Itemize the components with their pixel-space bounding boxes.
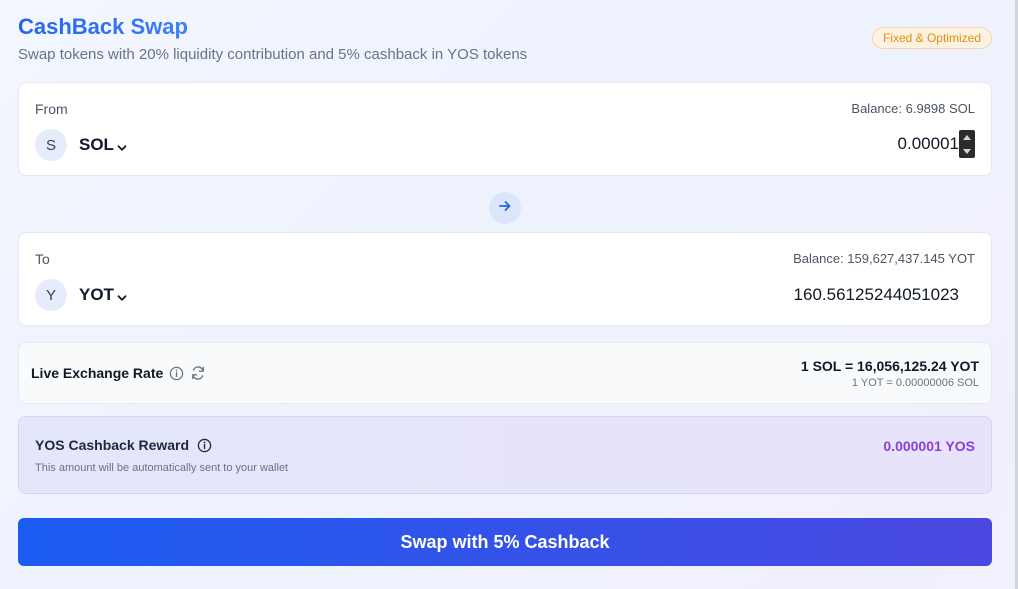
swap-direction-button[interactable] (489, 192, 521, 224)
from-token-select[interactable]: S SOL (35, 129, 127, 161)
from-balance: Balance: 6.9898 SOL (851, 101, 975, 116)
from-token-avatar: S (35, 129, 67, 161)
exchange-rate-primary: 1 SOL = 16,056,125.24 YOT (800, 358, 979, 374)
from-token-symbol: SOL (79, 135, 114, 154)
to-label: To (35, 251, 50, 267)
spinner-down-icon[interactable] (963, 148, 971, 154)
exchange-rate-title: Live Exchange Rate (31, 365, 206, 381)
cashback-swap-app: CashBack Swap Swap tokens with 20% liqui… (0, 0, 1018, 589)
exchange-rate-secondary: 1 YOT = 0.00000006 SOL (851, 377, 979, 389)
exchange-rate-label: Live Exchange Rate (31, 365, 164, 381)
cashback-title-label: YOS Cashback Reward (35, 437, 190, 453)
status-badge: Fixed & Optimized (871, 27, 992, 49)
to-amount-output: 160.56125244051023 (793, 285, 959, 304)
to-balance: Balance: 159,627,437.145 YOT (793, 251, 975, 266)
refresh-icon[interactable] (190, 365, 206, 381)
arrow-right-icon (498, 199, 512, 218)
to-token-avatar: Y (35, 279, 67, 311)
cashback-note: This amount will be automatically sent t… (35, 462, 289, 474)
cashback-reward-box: YOS Cashback Reward This amount will be … (18, 416, 992, 494)
spinner-up-icon[interactable] (963, 134, 971, 140)
info-icon[interactable] (197, 438, 212, 453)
to-token-select[interactable]: Y YOT (35, 279, 127, 311)
chevron-down-icon (117, 140, 127, 151)
swap-button[interactable]: Swap with 5% Cashback (18, 518, 992, 566)
number-spinner[interactable] (959, 130, 975, 158)
page-title: CashBack Swap (18, 14, 188, 39)
from-amount-wrapper (755, 129, 975, 159)
to-token-symbol: YOT (79, 285, 114, 304)
to-panel: To Balance: 159,627,437.145 YOT Y YOT 16… (18, 232, 992, 326)
chevron-down-icon (117, 290, 127, 301)
cashback-title: YOS Cashback Reward (35, 437, 212, 453)
page-subtitle: Swap tokens with 20% liquidity contribut… (18, 46, 528, 63)
info-icon[interactable] (169, 366, 184, 381)
exchange-rate-box: Live Exchange Rate 1 SOL = 16,056,125.24… (18, 342, 992, 404)
from-label: From (35, 101, 68, 117)
from-panel: From Balance: 6.9898 SOL S SOL (18, 82, 992, 176)
cashback-value: 0.000001 YOS (883, 438, 975, 454)
from-amount-input[interactable] (759, 134, 959, 154)
